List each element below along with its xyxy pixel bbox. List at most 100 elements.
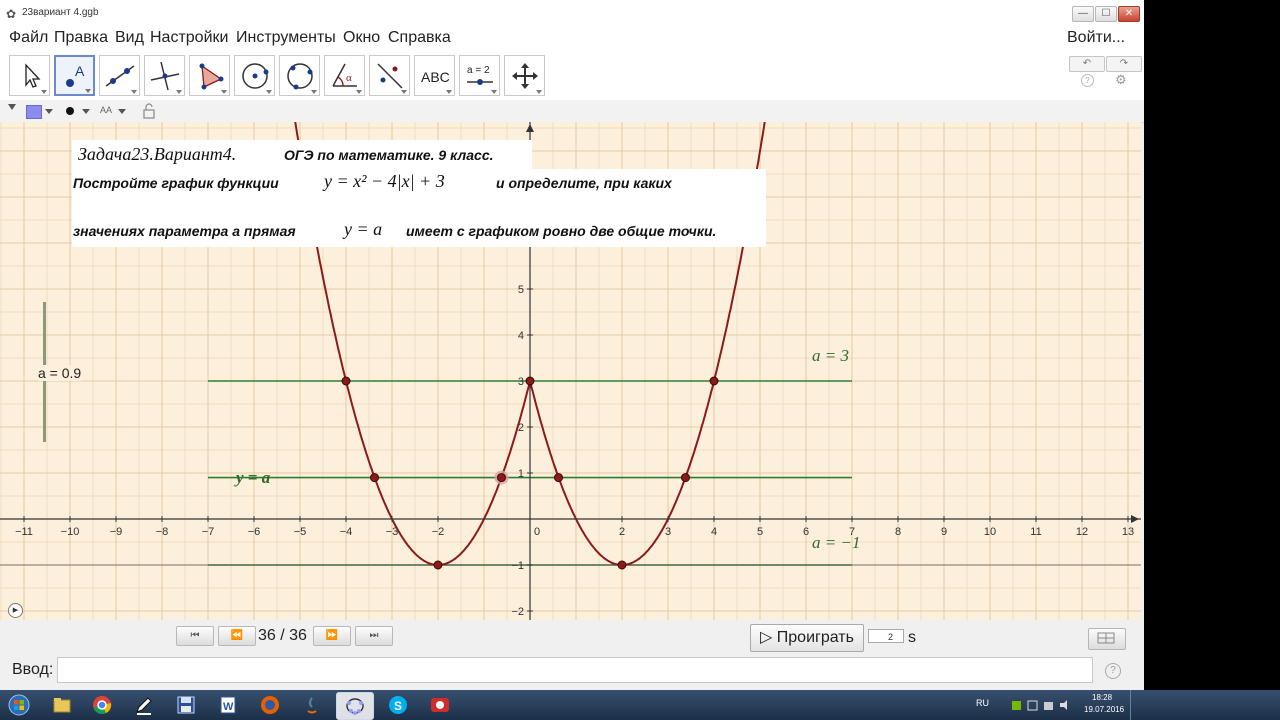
y-tick-label: 4 [518,330,524,342]
network-icon [1044,702,1053,710]
move-tool-button[interactable] [9,55,50,96]
undo-button[interactable]: ↶ [1069,56,1105,72]
intersection-point-3 [370,473,380,483]
input-help-icon[interactable]: ? [1105,663,1121,679]
intersection-point-6 [680,473,690,483]
menu-file[interactable]: Файл [9,28,48,50]
redo-button[interactable]: ↷ [1106,56,1142,72]
play-button[interactable]: ▷ Проиграть [750,624,864,652]
show-desktop-button[interactable] [1130,690,1145,720]
problem-heading-course: ОГЭ по математике. 9 класс. [284,147,494,163]
last-step-button[interactable]: ⏭ [355,626,393,646]
menu-edit[interactable]: Правка [54,28,108,50]
circle-tool-icon [242,63,269,89]
y-tick-label: −1 [511,560,524,572]
circle-three-points-tool-button[interactable] [279,55,320,96]
maximize-button[interactable]: ☐ [1095,6,1117,22]
taskbar-chrome[interactable] [84,692,120,718]
next-step-button[interactable]: ⏩ [313,626,351,646]
pen-icon [136,697,152,715]
taskbar-skype[interactable]: S [380,692,416,718]
x-tick-label: 11 [1030,526,1041,538]
x-tick-label: 9 [941,526,947,538]
construction-protocol-button[interactable] [1088,628,1126,650]
svg-text:W: W [223,701,234,713]
svg-text:A: A [75,63,85,79]
tray-icons[interactable] [1010,698,1074,712]
language-indicator[interactable]: RU [976,698,989,708]
circle-three-points-tool-icon [287,63,313,90]
angle-tool-button[interactable]: α [324,55,365,96]
login-link[interactable]: Войти... [1067,28,1125,50]
table-icon [1097,632,1115,644]
text-size-icon[interactable]: AA [100,105,112,115]
menu-help[interactable]: Справка [388,28,451,50]
previous-step-button[interactable]: ⏪ [218,626,256,646]
menu-view[interactable]: Вид [115,28,144,50]
minimize-button[interactable]: — [1072,6,1094,22]
input-bar[interactable] [57,657,1093,683]
taskbar-recorder[interactable] [422,692,458,718]
taskbar-pen-tool[interactable] [126,692,162,718]
menu-bar: Файл Правка Вид Настройки Инструменты Ок… [0,28,1144,50]
intersection-point-8 [617,560,627,570]
animation-toggle-icon[interactable]: ▶ [8,603,23,618]
slider-tool-icon: a = 2 [467,65,493,85]
help-icon[interactable]: ? [1081,74,1094,87]
perpendicular-tool-button[interactable] [144,55,185,96]
function-formula: y = x² − 4|x| + 3 [324,171,445,191]
color-swatch[interactable] [26,105,42,119]
text-tool-button[interactable]: ABC [414,55,455,96]
problem-line1-start: Постройте график функции [73,175,279,191]
windows-taskbar: W S RU 18:28 19.07.2016 [0,690,1280,720]
recorder-icon [431,698,449,712]
move-view-tool-button[interactable] [504,55,545,96]
first-step-button[interactable]: ⏮ [176,626,214,646]
taskbar-geogebra[interactable] [336,692,374,720]
text-size-dropdown-icon[interactable] [118,109,126,114]
start-button[interactable] [2,692,36,718]
point-tool-button[interactable]: A [54,55,95,96]
label-y-equals-a: y = a [236,468,271,487]
close-button[interactable]: ✕ [1118,6,1140,22]
lock-icon[interactable] [142,103,156,119]
firefox-icon [261,696,279,714]
taskbar-java[interactable] [294,692,330,718]
x-tick-label: −10 [61,526,80,538]
x-tick-label: −11 [15,526,33,538]
settings-gear-icon[interactable]: ⚙ [1115,72,1127,88]
menu-window[interactable]: Окно [343,28,380,50]
style-bar: AA [0,100,1144,123]
clock-date: 19.07.2016 [1084,705,1125,714]
menu-settings[interactable]: Настройки [150,28,228,50]
line-tool-button[interactable] [99,55,140,96]
intersection-point-0 [341,376,351,386]
slider-label: a = 0.9 [38,365,82,381]
move-tool-icon [25,63,41,88]
taskbar-firefox[interactable] [252,692,288,718]
point-style-icon[interactable] [66,107,74,115]
intersection-point-5 [554,473,564,483]
flag-icon [1027,700,1038,711]
taskbar-explorer[interactable] [44,692,80,718]
circle-tool-button[interactable] [234,55,275,96]
windows-logo-icon [8,694,30,716]
problem-line2-start: значениях параметра а прямая [73,223,296,239]
x-tick-label: 3 [665,526,671,538]
point-style-dropdown-icon[interactable] [82,109,90,114]
menu-tools[interactable]: Инструменты [236,28,336,50]
speed-stepper[interactable]: 2 [868,629,904,643]
x-tick-label: 2 [619,526,625,538]
slider-tool-button[interactable]: a = 2 [459,55,500,96]
taskbar-save-app[interactable] [168,692,204,718]
bottom-panel: ⏮ ⏪ 36 / 36 ⏩ ⏭ ▷ Проиграть 2 s Ввод: ? [0,620,1144,690]
floppy-disk-icon [177,696,195,714]
stylebar-toggle-icon[interactable] [8,104,16,110]
reflect-tool-button[interactable] [369,55,410,96]
problem-line1-end: и определите, при каких [496,175,672,191]
perpendicular-line-tool-icon [150,61,180,91]
taskbar-word[interactable]: W [210,692,246,718]
geogebra-icon [346,698,364,715]
polygon-tool-button[interactable] [189,55,230,96]
color-dropdown-icon[interactable] [45,109,53,114]
